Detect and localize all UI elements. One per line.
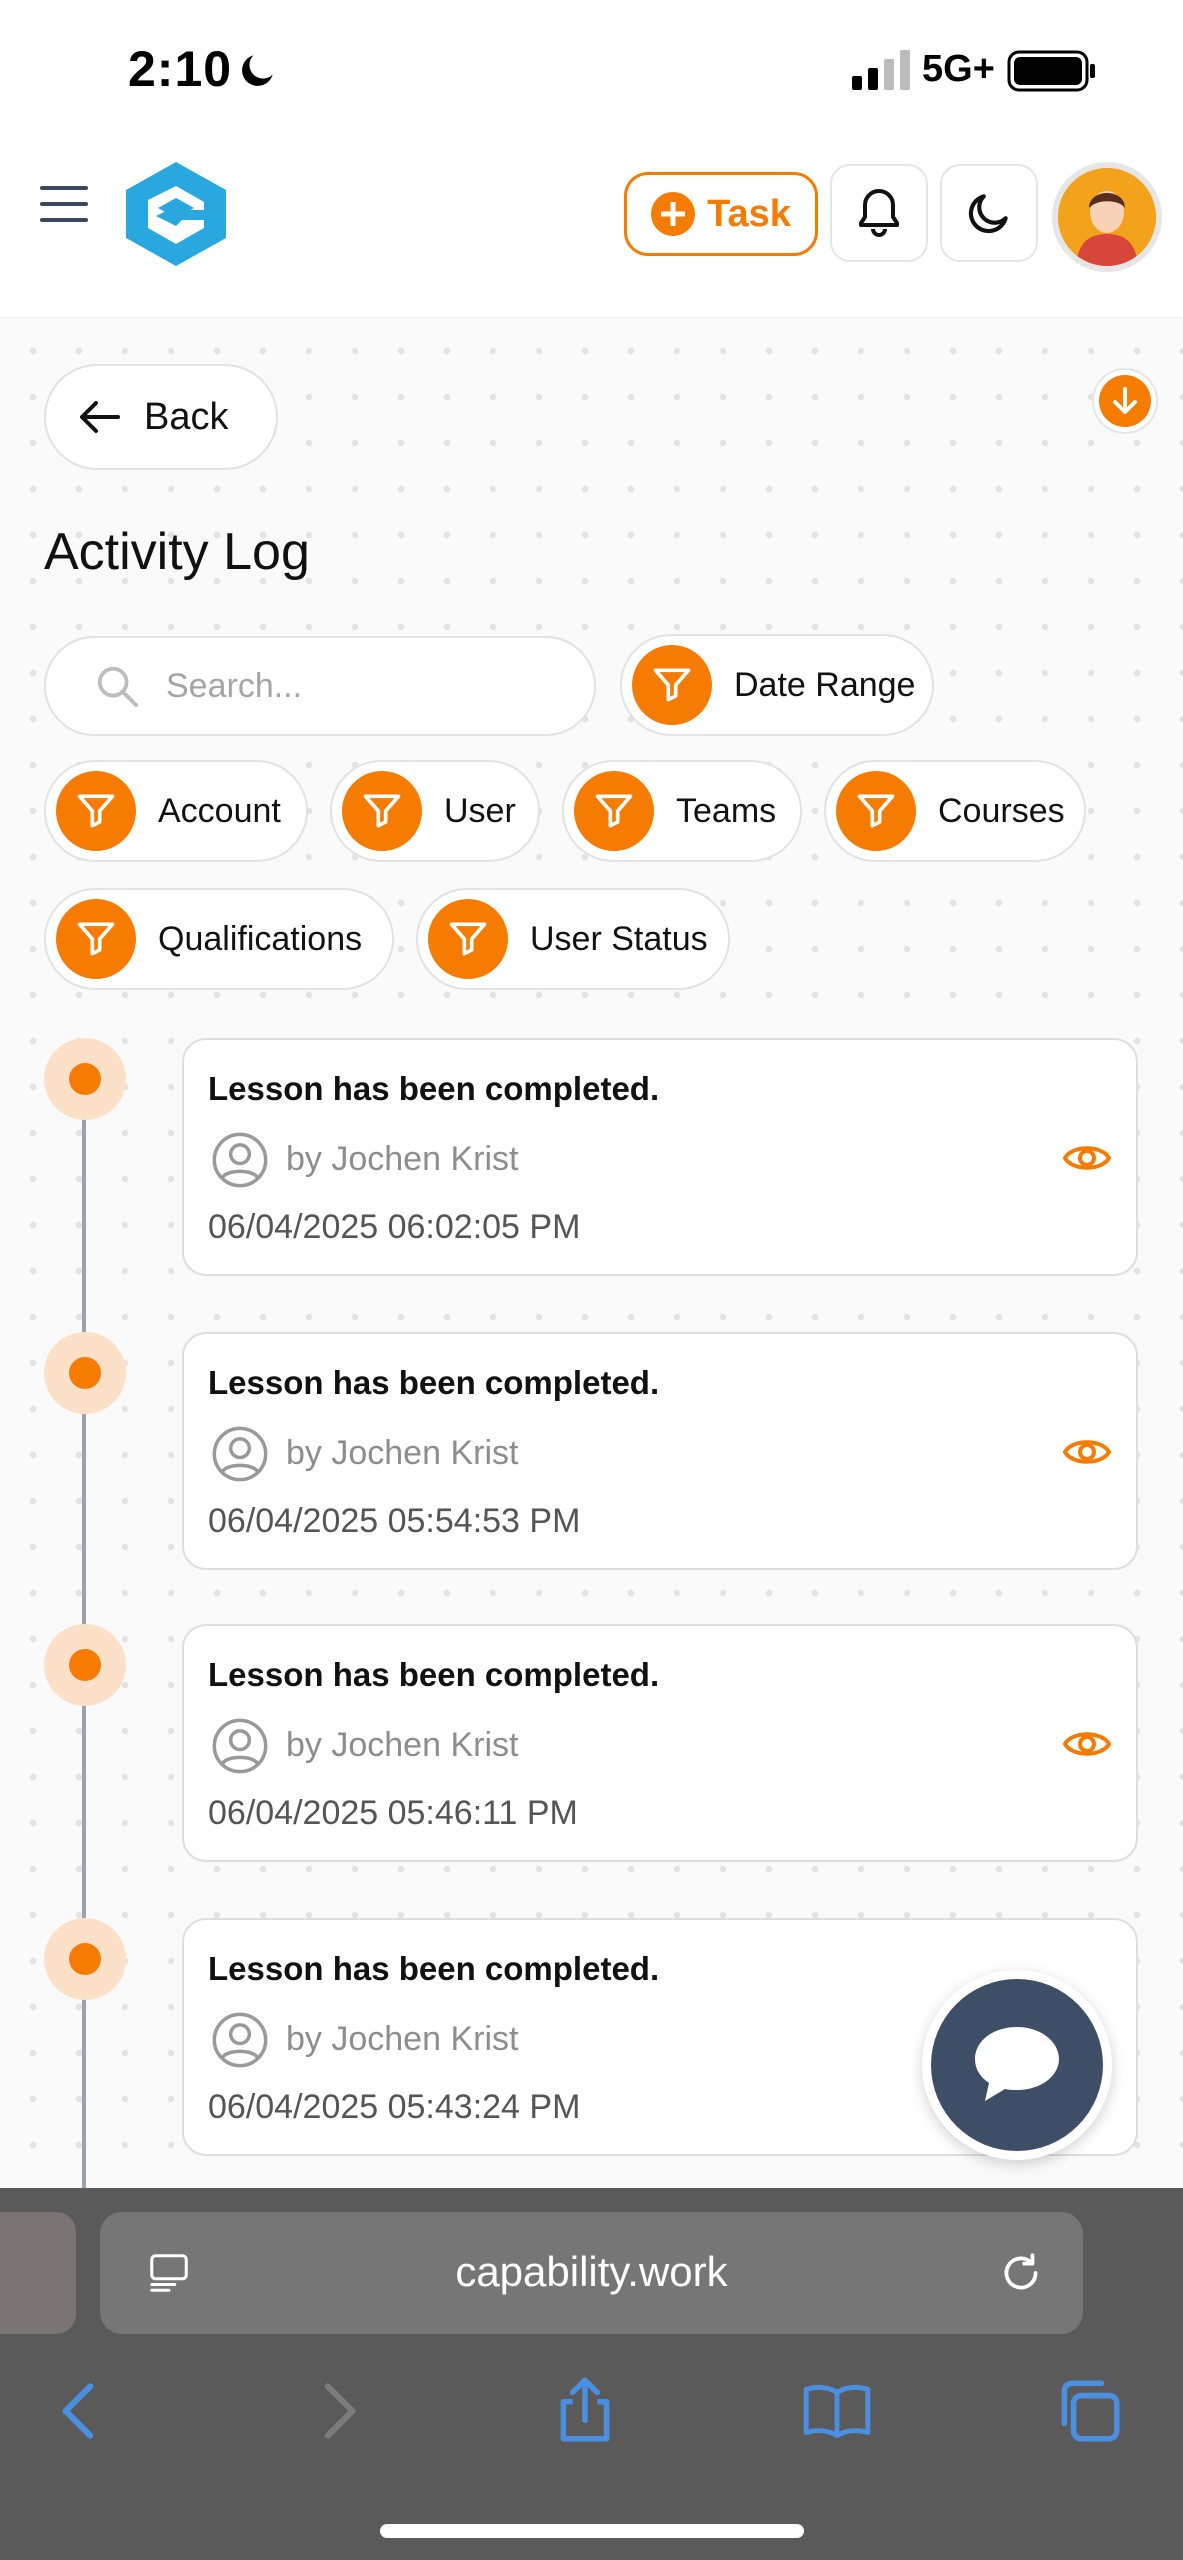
notifications-button[interactable]: [830, 164, 928, 262]
activity-timestamp: 06/04/2025 06:02:05 PM: [208, 1208, 581, 1246]
bell-icon: [859, 189, 899, 237]
activity-title: Lesson has been completed.: [208, 1070, 660, 1107]
filter-courses[interactable]: Courses: [824, 760, 1086, 862]
reload-icon[interactable]: [996, 2248, 1046, 2298]
home-indicator: [380, 2524, 804, 2538]
filter-qualifications[interactable]: Qualifications: [44, 888, 394, 990]
chat-bubble-icon: [975, 2027, 1059, 2101]
do-not-disturb-moon-icon: [242, 55, 273, 86]
filter-icon: [77, 794, 115, 828]
filter-label: Date Range: [734, 665, 916, 704]
user-circle-icon: [212, 1426, 268, 1482]
search-box[interactable]: [44, 636, 596, 736]
filter-date-range[interactable]: Date Range: [620, 634, 934, 736]
network-type: 5G+: [922, 48, 995, 90]
activity-title: Lesson has been completed.: [208, 1364, 660, 1401]
back-button-label: Back: [144, 395, 229, 438]
activity-user: by Jochen Krist: [286, 1726, 519, 1764]
user-circle-icon: [212, 1132, 268, 1188]
filter-icon: [653, 668, 691, 702]
add-task-button[interactable]: Task: [624, 172, 818, 256]
arrow-down-icon: [1113, 387, 1137, 414]
plus-icon: [651, 192, 696, 236]
avatar-person-icon: [1058, 168, 1156, 266]
page-title: Activity Log: [44, 523, 310, 581]
filter-label: Qualifications: [158, 919, 363, 958]
bookmarks-icon[interactable]: [800, 2374, 874, 2448]
filter-icon: [595, 794, 633, 828]
activity-card: Lesson has been completed. by Jochen Kri…: [182, 1332, 1138, 1570]
timeline-dot: [44, 1918, 126, 2000]
filter-label: Courses: [938, 791, 1065, 830]
filter-label: Account: [158, 791, 281, 830]
eye-icon[interactable]: [1062, 1138, 1112, 1178]
signal-strength-icon: [852, 50, 910, 90]
moon-icon: [968, 194, 1008, 234]
eye-icon[interactable]: [1062, 1432, 1112, 1472]
user-avatar[interactable]: [1052, 162, 1162, 272]
status-time: 2:10: [128, 41, 233, 97]
timeline-dot: [44, 1332, 126, 1414]
task-button-label: Task: [707, 192, 791, 235]
filter-icon: [449, 922, 487, 956]
battery-icon: [1007, 50, 1095, 92]
filter-account[interactable]: Account: [44, 760, 308, 862]
user-circle-icon: [212, 2012, 268, 2068]
app-logo[interactable]: [118, 158, 234, 270]
address-bar[interactable]: capability.work: [100, 2212, 1083, 2334]
eye-icon[interactable]: [1062, 1724, 1112, 1764]
activity-timestamp: 06/04/2025 05:46:11 PM: [208, 1794, 578, 1832]
arrow-left-icon: [80, 401, 120, 433]
filter-label: User Status: [530, 919, 708, 958]
share-icon[interactable]: [548, 2374, 622, 2448]
hamburger-menu-icon[interactable]: [40, 182, 90, 226]
timeline-dot: [44, 1624, 126, 1706]
activity-card: Lesson has been completed. by Jochen Kri…: [182, 1624, 1138, 1862]
activity-timestamp: 06/04/2025 05:54:53 PM: [208, 1502, 581, 1540]
url-text: capability.work: [455, 2248, 728, 2295]
forward-nav-icon[interactable]: [300, 2374, 374, 2448]
filter-teams[interactable]: Teams: [562, 760, 802, 862]
app-header: Task: [0, 140, 1183, 318]
activity-title: Lesson has been completed.: [208, 1656, 660, 1693]
chat-button[interactable]: [922, 1970, 1112, 2160]
activity-user: by Jochen Krist: [286, 1434, 519, 1472]
activity-user: by Jochen Krist: [286, 2020, 519, 2058]
timeline-dot: [44, 1038, 126, 1120]
scroll-down-button[interactable]: [1092, 368, 1158, 434]
filter-label: Teams: [676, 791, 777, 830]
previous-tab-preview[interactable]: [0, 2212, 76, 2334]
filter-user[interactable]: User: [330, 760, 540, 862]
tabs-icon[interactable]: [1052, 2374, 1126, 2448]
search-input[interactable]: [166, 666, 546, 706]
activity-timestamp: 06/04/2025 05:43:24 PM: [208, 2088, 581, 2126]
filter-user-status[interactable]: User Status: [416, 888, 730, 990]
back-nav-icon[interactable]: [44, 2374, 118, 2448]
browser-toolbar: capability.work: [0, 2188, 1183, 2560]
activity-title: Lesson has been completed.: [208, 1950, 660, 1987]
filter-icon: [77, 922, 115, 956]
back-button[interactable]: Back: [44, 364, 278, 470]
theme-toggle-button[interactable]: [940, 164, 1038, 262]
user-circle-icon: [212, 1718, 268, 1774]
filter-icon: [363, 794, 401, 828]
filter-label: User: [444, 791, 516, 830]
filter-icon: [857, 794, 895, 828]
activity-user: by Jochen Krist: [286, 1140, 519, 1178]
search-icon: [97, 666, 139, 708]
activity-card: Lesson has been completed. by Jochen Kri…: [182, 1038, 1138, 1276]
